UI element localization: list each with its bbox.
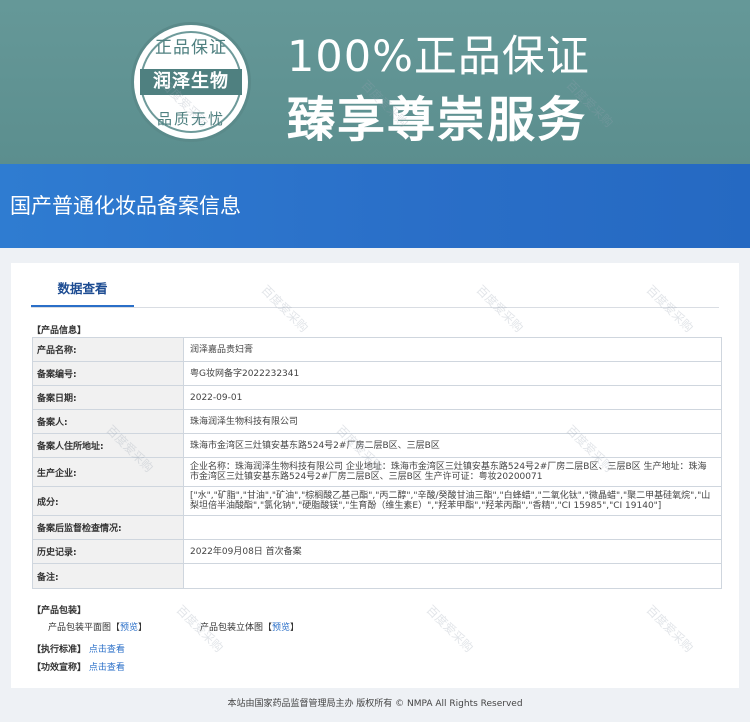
row-label: 生产企业: <box>33 458 184 486</box>
row-label: 备案日期: <box>33 386 184 409</box>
seal-middle-text: 润泽生物 <box>140 69 242 95</box>
bracket-open: 【 <box>111 623 121 633</box>
table-row: 备案人住所地址: 珠海市金湾区三灶镇安基东路524号2#厂房二层B区、三层B区 <box>33 434 721 458</box>
promo-banner: 正品保证 润泽生物 品质无忧 100%正品保证 臻享尊崇服务 <box>0 0 750 164</box>
row-value <box>184 564 721 588</box>
quality-seal-logo: 正品保证 润泽生物 品质无忧 <box>131 22 251 142</box>
row-label: 成分: <box>33 487 184 515</box>
packaging-flat-label: 产品包装平面图 <box>48 623 112 633</box>
standard-view-link[interactable]: 点击查看 <box>89 645 125 655</box>
row-label: 备注: <box>33 564 184 588</box>
table-row: 备案日期: 2022-09-01 <box>33 386 721 410</box>
packaging-flat-row: 产品包装平面图【预览】 <box>48 620 147 633</box>
promo-headline: 100%正品保证 <box>287 32 590 82</box>
site-footer: 本站由国家药品监督管理局主办 版权所有 © NMPA All Rights Re… <box>227 699 523 709</box>
row-label: 产品名称: <box>33 338 184 361</box>
table-row: 备案编号: 粤G妆网备字2022232341 <box>33 362 721 386</box>
row-label: 历史记录: <box>33 540 184 563</box>
row-value: 珠海润泽生物科技有限公司 <box>190 416 299 427</box>
bracket-close: 】 <box>138 623 148 633</box>
seal-top-text: 正品保证 <box>155 38 227 58</box>
page-header: 国产普通化妆品备案信息 <box>0 164 750 248</box>
table-row: 备案后监督检查情况: <box>33 516 721 540</box>
table-row: 历史记录: 2022年09月08日 首次备案 <box>33 540 721 564</box>
table-row: 备注: <box>33 564 721 588</box>
row-value <box>184 516 721 539</box>
row-value: ["水","矿脂","甘油","矿油","棕榈酸乙基己酯","丙二醇","辛酸/… <box>190 491 711 511</box>
packaging-solid-row: 产品包装立体图【预览】 <box>200 620 299 633</box>
packaging-solid-label: 产品包装立体图 <box>200 623 264 633</box>
row-value: 2022年09月08日 首次备案 <box>190 546 302 557</box>
tab-divider <box>31 307 719 308</box>
row-value: 粤G妆网备字2022232341 <box>190 368 300 379</box>
efficacy-view-link[interactable]: 点击查看 <box>89 663 125 673</box>
page-title: 国产普通化妆品备案信息 <box>10 194 241 218</box>
record-card: 数据查看 【产品信息】 产品名称: 润泽嘉品贵妇膏 备案编号: 粤G妆网备字20… <box>11 263 739 688</box>
product-info-table: 产品名称: 润泽嘉品贵妇膏 备案编号: 粤G妆网备字2022232341 备案日… <box>32 337 722 589</box>
row-value: 珠海市金湾区三灶镇安基东路524号2#厂房二层B区、三层B区 <box>190 440 440 451</box>
table-row: 成分: ["水","矿脂","甘油","矿油","棕榈酸乙基己酯","丙二醇",… <box>33 487 721 516</box>
bracket-close: 】 <box>290 623 300 633</box>
table-row: 备案人: 珠海润泽生物科技有限公司 <box>33 410 721 434</box>
product-info-heading: 【产品信息】 <box>32 326 87 336</box>
promo-subheadline: 臻享尊崇服务 <box>287 92 588 148</box>
bracket-open: 【 <box>263 623 273 633</box>
row-label: 备案编号: <box>33 362 184 385</box>
row-label: 备案人: <box>33 410 184 433</box>
table-row: 产品名称: 润泽嘉品贵妇膏 <box>33 338 721 362</box>
tab-data-view[interactable]: 数据查看 <box>31 278 134 306</box>
row-value: 2022-09-01 <box>190 392 243 403</box>
row-label: 备案人住所地址: <box>33 434 184 457</box>
row-label: 备案后监督检查情况: <box>33 516 184 539</box>
flat-preview-link[interactable]: 预览 <box>120 623 138 633</box>
row-value: 企业名称：珠海润泽生物科技有限公司 企业地址：珠海市金湾区三灶镇安基东路524号… <box>190 462 707 482</box>
seal-bottom-text: 品质无忧 <box>156 110 225 128</box>
row-value: 润泽嘉品贵妇膏 <box>190 344 254 355</box>
efficacy-heading: 【功效宣称】 <box>32 663 87 673</box>
solid-preview-link[interactable]: 预览 <box>272 623 290 633</box>
packaging-heading: 【产品包装】 <box>32 606 87 616</box>
efficacy-row: 【功效宣称】 点击查看 <box>32 660 125 673</box>
table-row: 生产企业: 企业名称：珠海润泽生物科技有限公司 企业地址：珠海市金湾区三灶镇安基… <box>33 458 721 487</box>
standard-row: 【执行标准】 点击查看 <box>32 642 125 655</box>
standard-heading: 【执行标准】 <box>32 645 87 655</box>
